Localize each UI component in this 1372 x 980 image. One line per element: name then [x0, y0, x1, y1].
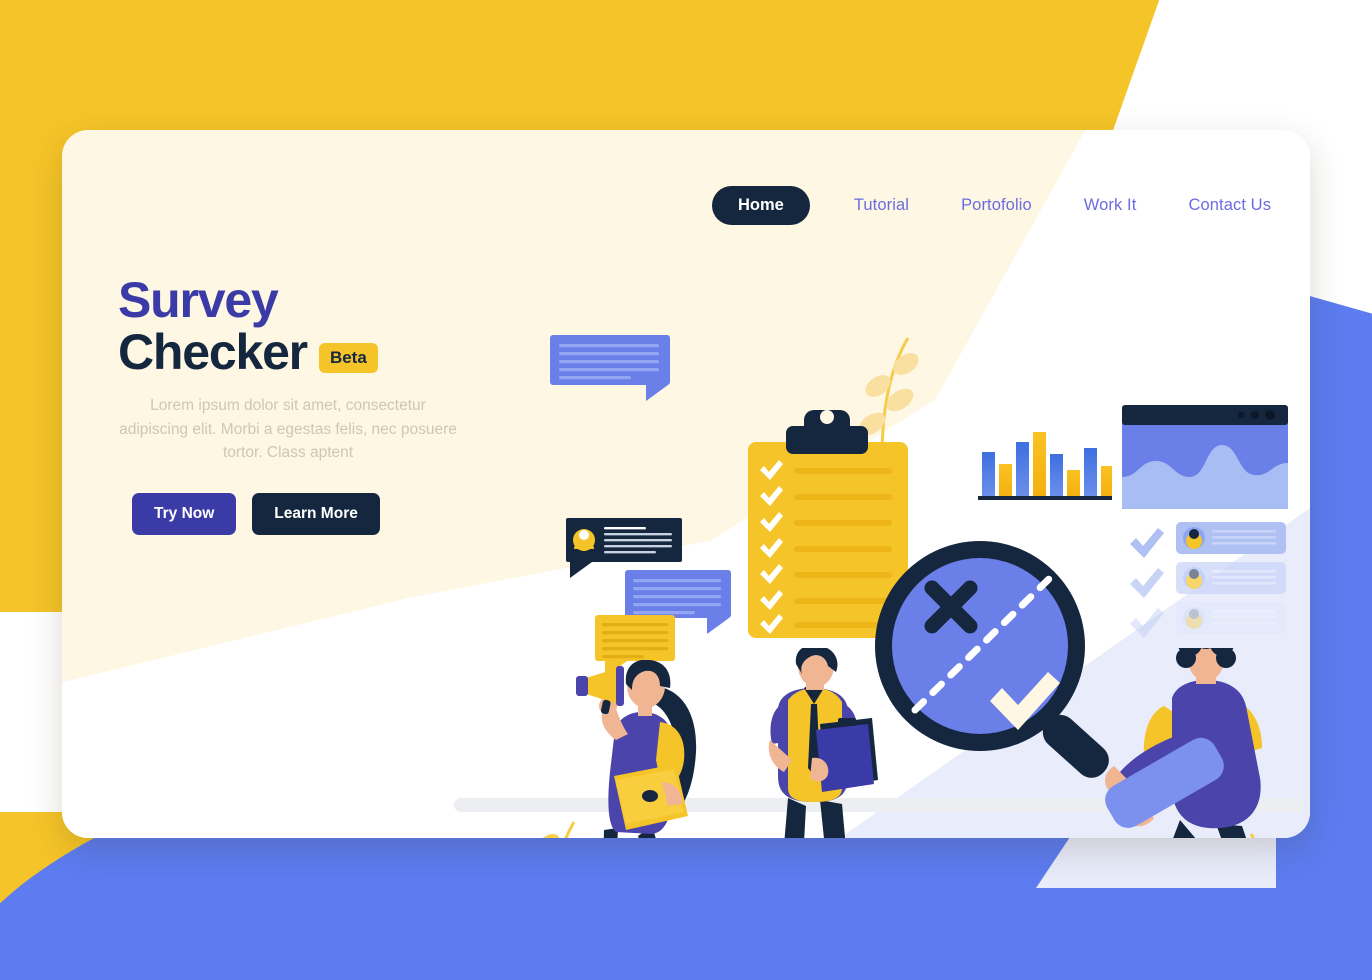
nav-item-tutorial[interactable]: Tutorial — [828, 196, 935, 215]
checklist-row-1 — [1130, 522, 1286, 558]
blue-bar-element — [1105, 737, 1224, 828]
browser-mockup — [1122, 405, 1288, 509]
curly-hair — [1176, 648, 1236, 668]
chat-bubble-with-avatar — [566, 518, 682, 578]
man-holding-magnifier — [1105, 648, 1262, 838]
magnifier-lens — [892, 558, 1068, 734]
ground-shadow — [454, 798, 1304, 812]
checklist-rows — [1130, 522, 1286, 638]
man-with-clipboard — [768, 648, 878, 838]
magnifying-glass — [875, 541, 1109, 778]
woman-with-megaphone — [576, 660, 697, 838]
chat-bubble-3 — [625, 570, 731, 634]
hero-bar-chart — [978, 432, 1112, 500]
leaf-decoration-2 — [536, 821, 576, 838]
hero-text-block: Survey Checker Beta Lorem ipsum dolor si… — [118, 272, 498, 535]
nav-item-contact-us[interactable]: Contact Us — [1162, 196, 1297, 215]
megaphone-icon — [576, 666, 624, 715]
page-title-line2-row: Checker Beta — [118, 324, 498, 380]
yellow-folder — [614, 764, 688, 830]
beta-badge: Beta — [318, 343, 378, 373]
learn-more-button[interactable]: Learn More — [252, 492, 380, 535]
hero-button-row: Try Now Learn More — [118, 492, 498, 535]
bush-decoration-right — [1249, 833, 1255, 838]
chat-bubble-1 — [550, 335, 670, 401]
main-navigation: Home Tutorial Portofolio Work It Contact… — [712, 186, 1297, 225]
hero-paragraph: Lorem ipsum dolor sit amet, consectetur … — [119, 397, 457, 462]
browser-dot-2 — [1251, 411, 1259, 419]
chat-bubble-group — [550, 335, 670, 401]
nav-item-portofolio[interactable]: Portofolio — [935, 196, 1058, 215]
divider-dashed-line — [911, 572, 1056, 714]
browser-dot-1 — [1238, 412, 1244, 418]
reject-x-icon — [924, 580, 978, 634]
blue-clipboard-held — [816, 718, 878, 792]
checklist-clipboard — [748, 410, 908, 638]
page-title-line2: Checker — [118, 324, 308, 380]
nav-item-work-it[interactable]: Work It — [1058, 196, 1163, 215]
try-now-button[interactable]: Try Now — [132, 492, 237, 535]
checklist-row-2 — [1130, 562, 1286, 598]
chat-bubble-4 — [595, 615, 675, 677]
nav-item-home[interactable]: Home — [712, 186, 810, 225]
hero-card: Home Tutorial Portofolio Work It Contact… — [62, 130, 1310, 838]
leaf-decoration-1 — [858, 337, 919, 459]
browser-dot-3 — [1265, 410, 1275, 420]
page-title-line1: Survey — [118, 272, 279, 328]
approve-check-icon — [990, 672, 1060, 730]
checklist-row-3 — [1130, 602, 1286, 638]
